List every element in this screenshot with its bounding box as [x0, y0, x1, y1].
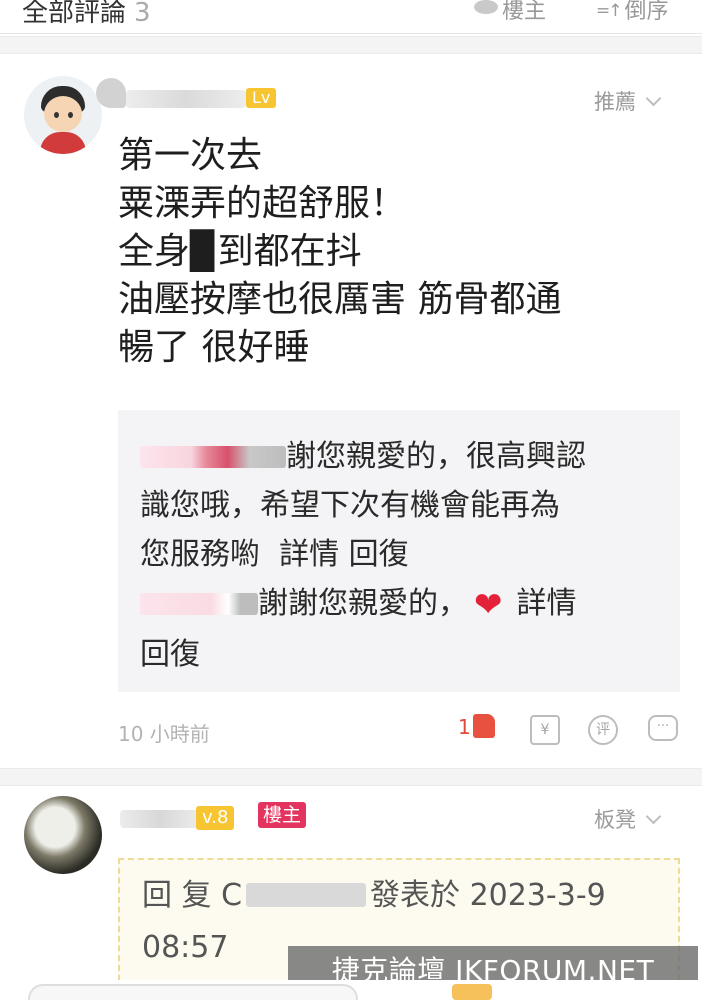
rate-icon[interactable]: 评 [588, 715, 618, 745]
detail-link[interactable]: 詳情 [517, 586, 577, 621]
reply-item: 謝謝您親愛的， ❤ 詳情 [140, 579, 658, 630]
reply-link[interactable]: 回復 [349, 537, 409, 572]
level-badge: v.8 [196, 806, 235, 830]
reply-text: 您服務喲 [140, 537, 260, 572]
comment-rank[interactable]: 板凳 [594, 804, 662, 834]
comment-line: 第一次去 [118, 135, 263, 176]
reply-author-blurred[interactable] [140, 593, 258, 615]
thumbs-up-icon [472, 714, 495, 738]
comment-line: 全身▉到都在抖 [118, 231, 362, 272]
rank-label: 推薦 [594, 90, 636, 114]
reply-box: 謝您親愛的，很高興認 識您哦，希望下次有機會能再為 您服務喲 詳情 回復 謝謝您… [118, 410, 680, 692]
username-blurred[interactable] [120, 810, 200, 828]
filter-louzhu-button[interactable]: 樓主 [474, 0, 546, 25]
gift-icon[interactable]: ¥ [530, 715, 560, 745]
comment-input[interactable] [28, 984, 358, 1000]
chevron-down-icon [645, 90, 662, 107]
chevron-down-icon [645, 808, 662, 825]
comment-line: 油壓按摩也很厲害 筋骨都通 [118, 279, 562, 320]
comments-title-label: 全部評論 [22, 0, 127, 28]
comments-title: 全部評論 3 [22, 0, 151, 29]
comment-icon[interactable]: ··· [648, 715, 678, 741]
avatar-decoration [96, 78, 126, 108]
reply-item: 您服務喲 詳情 回復 [140, 530, 658, 579]
comment-rank[interactable]: 推薦 [594, 86, 662, 116]
reply-text: 謝您親愛的，很高興認 [286, 439, 586, 474]
sort-order-label: 倒序 [624, 0, 669, 24]
louzhu-badge: 樓主 [258, 802, 307, 828]
avatar[interactable] [24, 796, 102, 874]
comment-line: 粟溧弄的超舒服！ [118, 183, 407, 224]
reply-author-blurred[interactable] [140, 446, 286, 468]
eye-icon [474, 0, 498, 14]
bottom-like-icon[interactable] [452, 984, 492, 1000]
comment-text: 第一次去 粟溧弄的超舒服！ 全身▉到都在抖 油壓按摩也很厲害 筋骨都通 暢了 很… [118, 132, 561, 372]
section-divider [0, 768, 702, 786]
section-divider [0, 36, 702, 54]
reply-text: 謝謝您親愛的， [258, 586, 468, 621]
sort-order-button[interactable]: =↑ 倒序 [596, 0, 669, 25]
avatar[interactable] [24, 76, 102, 154]
reply-text: 識您哦，希望下次有機會能再為 [140, 488, 560, 523]
detail-link[interactable]: 詳情 [279, 537, 339, 572]
reply-link[interactable]: 回復 [140, 630, 658, 679]
username-blurred[interactable] [126, 90, 246, 108]
level-badge: Lv [246, 88, 277, 108]
like-button[interactable]: 1 [458, 714, 495, 739]
rank-label: 板凳 [594, 808, 636, 832]
comment-line: 暢了 很好睡 [118, 327, 310, 368]
reply-item: 謝您親愛的，很高興認 [140, 432, 658, 481]
comment-time: 10 小時前 [118, 722, 210, 746]
sort-icon: =↑ [596, 1, 622, 21]
comments-count: 3 [134, 0, 151, 28]
filter-louzhu-label: 樓主 [502, 0, 547, 24]
quote-meta: 發表於 2023-3-9 [370, 878, 606, 913]
heart-icon: ❤ [474, 585, 503, 625]
quote-line: 回 复 C 發表於 2023-3-9 [142, 878, 606, 913]
like-count: 1 [458, 715, 471, 739]
comments-header: 全部評論 3 樓主 =↑ 倒序 [0, 0, 702, 34]
